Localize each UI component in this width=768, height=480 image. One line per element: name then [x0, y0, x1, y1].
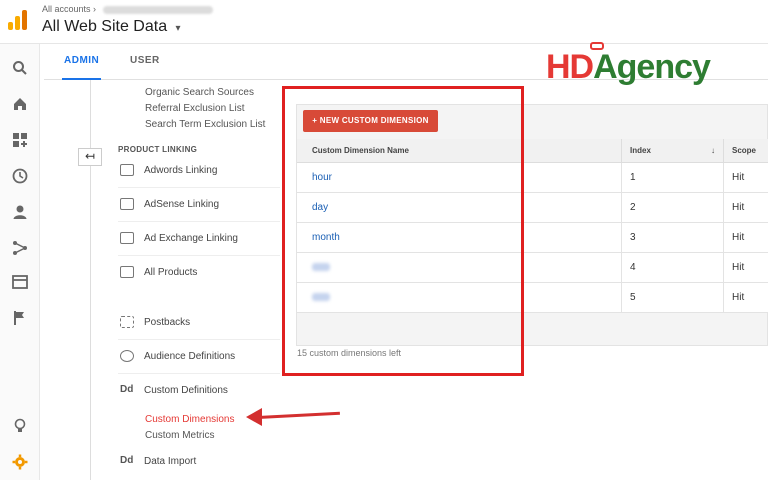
- nav-label: Custom Definitions: [144, 385, 228, 396]
- column-header-scope[interactable]: Scope: [724, 139, 768, 163]
- left-rail: [0, 44, 40, 480]
- nav-label: All Products: [144, 267, 198, 278]
- audience-icon: [120, 350, 134, 362]
- logo-hd: HD: [546, 48, 594, 86]
- nav-referral-exclusion-list[interactable]: Referral Exclusion List: [145, 103, 244, 114]
- nav-all-products[interactable]: All Products: [118, 256, 280, 290]
- logo-agency: Agency: [593, 48, 711, 86]
- section-product-linking: PRODUCT LINKING: [118, 145, 198, 154]
- flag-icon[interactable]: [10, 308, 30, 328]
- acquisition-icon[interactable]: [10, 238, 30, 258]
- postbacks-icon: [120, 316, 134, 328]
- tab-admin[interactable]: ADMIN: [62, 44, 102, 80]
- dimension-index: 5: [622, 283, 724, 313]
- nav-label: Ad Exchange Linking: [144, 233, 238, 244]
- dashboard-icon[interactable]: [10, 130, 30, 150]
- nav-custom-definitions[interactable]: Dd Custom Definitions: [118, 374, 280, 408]
- column-header-index[interactable]: Index ↓: [622, 139, 724, 163]
- nav-label: Adwords Linking: [144, 165, 218, 176]
- custom-definitions-icon: Dd: [120, 384, 134, 395]
- dimension-scope: Hit: [724, 283, 768, 313]
- dimension-index: 3: [622, 223, 724, 253]
- dimension-index: 2: [622, 193, 724, 223]
- sort-arrow-icon: ↓: [711, 146, 715, 155]
- nav-postbacks[interactable]: Postbacks: [118, 306, 280, 340]
- column-divider: [90, 80, 91, 480]
- tab-user[interactable]: USER: [130, 44, 160, 80]
- nav-label: Audience Definitions: [144, 351, 236, 362]
- nav-adwords-linking[interactable]: Adwords Linking: [118, 154, 280, 188]
- annotation-arrow-shaft: [257, 411, 340, 419]
- column-header-index-label: Index: [630, 146, 651, 155]
- logo-mark-icon: [590, 42, 604, 50]
- behavior-icon[interactable]: [10, 272, 30, 292]
- breadcrumb[interactable]: All accounts ›: [42, 4, 213, 14]
- nav-label: AdSense Linking: [144, 199, 220, 210]
- dimension-scope: Hit: [724, 223, 768, 253]
- adsense-icon: [120, 198, 134, 210]
- home-icon[interactable]: [10, 94, 30, 114]
- nav-data-import[interactable]: Dd Data Import: [118, 445, 280, 479]
- analytics-logo-icon[interactable]: [8, 10, 28, 30]
- nav-label: Postbacks: [144, 317, 191, 328]
- back-arrow-button[interactable]: ↤: [78, 148, 102, 166]
- dimension-scope: Hit: [724, 253, 768, 283]
- ad-exchange-icon: [120, 232, 134, 244]
- nav-search-term-exclusion-list[interactable]: Search Term Exclusion List: [145, 119, 265, 130]
- ga-admin-screen: All accounts › All Web Site Data ▾ ADMIN…: [0, 0, 768, 480]
- top-header: All accounts › All Web Site Data ▾: [0, 0, 768, 44]
- page-title: All Web Site Data: [42, 18, 168, 35]
- dimension-index: 1: [622, 163, 724, 193]
- all-products-icon: [120, 266, 134, 278]
- nav-adsense-linking[interactable]: AdSense Linking: [118, 188, 280, 222]
- gear-icon[interactable]: [10, 452, 30, 472]
- annotation-highlight-box: [282, 86, 524, 376]
- nav-organic-search-sources[interactable]: Organic Search Sources: [145, 87, 254, 98]
- person-icon[interactable]: [10, 202, 30, 222]
- dimension-scope: Hit: [724, 193, 768, 223]
- breadcrumb-text: All accounts: [42, 4, 91, 14]
- hd-agency-logo: HDAgency: [546, 42, 711, 87]
- data-import-icon: Dd: [120, 455, 134, 466]
- view-selector[interactable]: All Web Site Data ▾: [42, 18, 181, 36]
- dimension-index: 4: [622, 253, 724, 283]
- nav-audience-definitions[interactable]: Audience Definitions: [118, 340, 280, 374]
- caret-down-icon: ▾: [175, 23, 181, 34]
- search-icon[interactable]: [10, 58, 30, 78]
- adwords-icon: [120, 164, 134, 176]
- nav-custom-dimensions[interactable]: Custom Dimensions: [145, 414, 234, 425]
- nav-label: Data Import: [144, 456, 197, 467]
- dimension-scope: Hit: [724, 163, 768, 193]
- nav-ad-exchange-linking[interactable]: Ad Exchange Linking: [118, 222, 280, 256]
- lightbulb-icon[interactable]: [10, 416, 30, 436]
- nav-custom-metrics[interactable]: Custom Metrics: [145, 430, 214, 441]
- clock-icon[interactable]: [10, 166, 30, 186]
- redacted-account: [102, 5, 213, 14]
- annotation-arrow-icon: [246, 408, 262, 426]
